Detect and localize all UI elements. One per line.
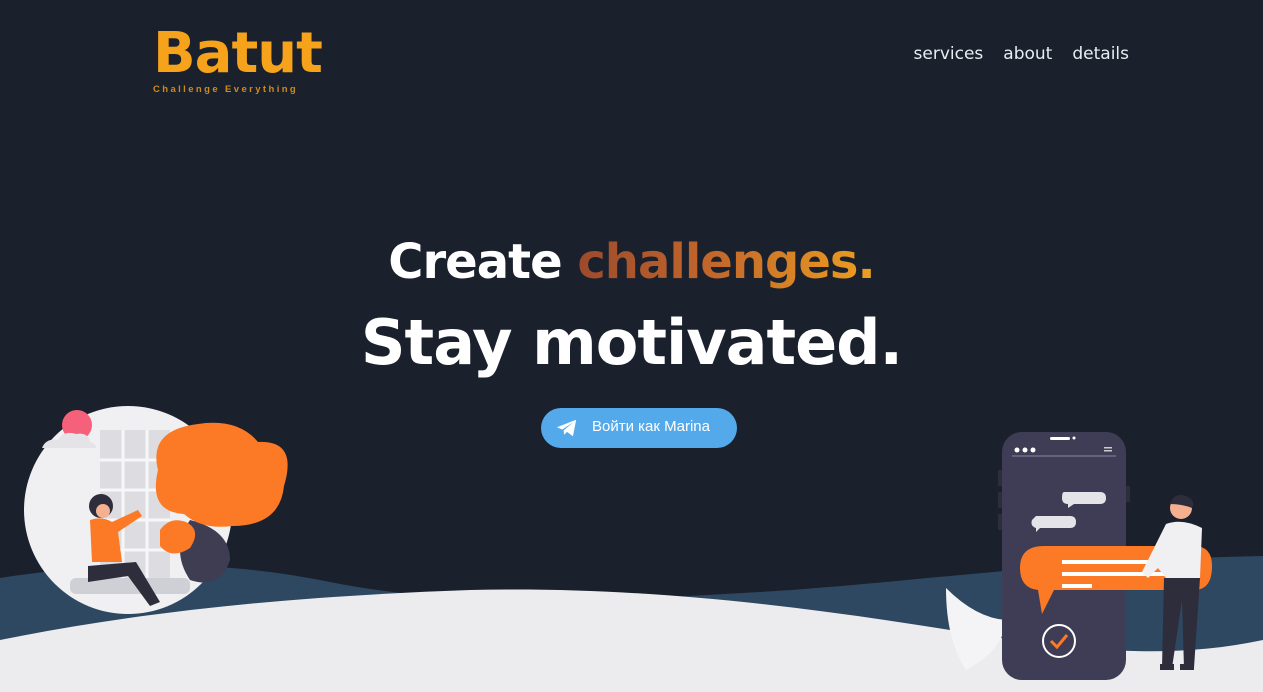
telegram-login-label: Войти как Marina: [592, 418, 710, 435]
logo-tagline: Challenge Everything: [153, 84, 299, 95]
hero-heading-plain: Create: [388, 234, 562, 290]
hero-heading-line2: Stay motivated.: [360, 306, 903, 379]
bush-shape: [155, 422, 288, 527]
nav-link-details[interactable]: details: [1072, 44, 1129, 64]
logo-title: Batut: [153, 21, 323, 86]
hero-heading-highlight: challenges.: [577, 234, 875, 290]
right-illustration: [946, 432, 1212, 680]
hero-heading-line1: Create challenges.: [0, 234, 1263, 290]
nav-link-about[interactable]: about: [1003, 44, 1052, 64]
site-logo[interactable]: Batut Challenge Everything: [153, 21, 323, 96]
nav-link-services[interactable]: services: [914, 44, 984, 64]
telegram-icon: [556, 419, 577, 437]
main-nav: services about details: [914, 44, 1129, 64]
telegram-login-button[interactable]: Войти как Marina: [541, 408, 737, 448]
